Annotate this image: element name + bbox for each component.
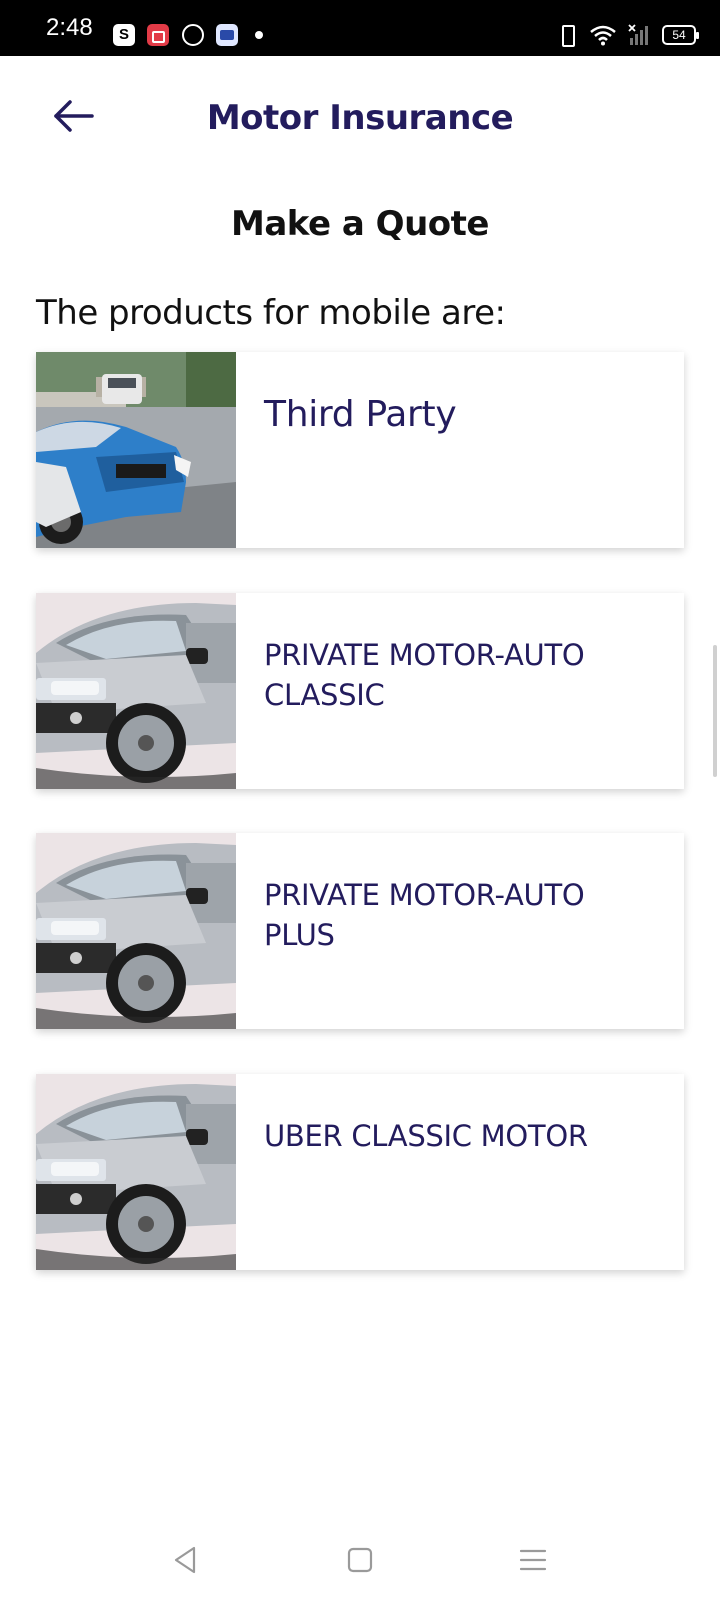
section-heading: Make a Quote	[231, 204, 489, 244]
back-nav-icon[interactable]	[166, 1540, 206, 1580]
menu-nav-icon[interactable]	[513, 1540, 553, 1580]
product-label: Third Party	[264, 394, 457, 435]
status-right-group: 54	[556, 20, 699, 50]
scrollbar[interactable]	[713, 645, 717, 777]
s-app-icon: S	[113, 24, 135, 46]
product-label: PRIVATE MOTOR-AUTO CLASSIC	[264, 638, 585, 712]
page-title: Motor Insurance	[206, 98, 514, 138]
vibrate-icon	[556, 24, 578, 47]
photo-app-icon	[216, 24, 238, 46]
silver-suv-image	[36, 833, 236, 1029]
products-intro-text: The products for mobile are:	[36, 293, 506, 333]
home-nav-icon[interactable]	[340, 1540, 380, 1580]
product-label: PRIVATE MOTOR-AUTO PLUS	[264, 878, 585, 952]
product-card-private-motor-auto-plus[interactable]: PRIVATE MOTOR-AUTO PLUS	[36, 833, 684, 1029]
product-card-private-motor-auto-classic[interactable]: PRIVATE MOTOR-AUTO CLASSIC	[36, 593, 684, 789]
product-label: UBER CLASSIC MOTOR	[264, 1119, 588, 1153]
screen-record-icon	[147, 24, 169, 46]
signal-icon	[628, 24, 648, 45]
product-card-uber-classic-motor[interactable]: UBER CLASSIC MOTOR	[36, 1074, 684, 1270]
circle-app-icon	[182, 24, 204, 46]
silver-suv-image	[36, 593, 236, 789]
status-time: 2:48	[46, 14, 93, 41]
silver-suv-image	[36, 1074, 236, 1270]
product-card-third-party[interactable]: Third Party	[36, 352, 684, 548]
status-bar: 2:48 S 54	[0, 0, 720, 56]
wifi-icon	[590, 25, 616, 46]
app-header: Motor Insurance	[0, 56, 720, 186]
notification-dot	[255, 31, 263, 39]
crashed-car-image	[36, 352, 236, 548]
battery-icon: 54	[662, 25, 699, 45]
system-nav-bar	[0, 1520, 720, 1600]
